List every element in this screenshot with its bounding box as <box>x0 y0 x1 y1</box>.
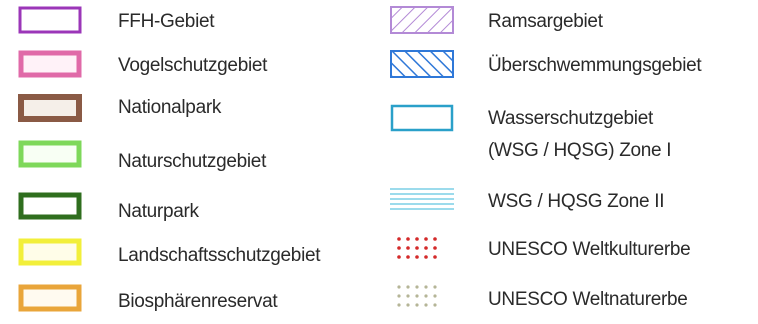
legend-item-unesco-weltnaturerbe: UNESCO Weltnaturerbe <box>390 282 750 322</box>
legend-label: Biosphärenreservat <box>118 291 278 312</box>
legend-item-landschaftsschutzgebiet: Landschaftsschutzgebiet <box>18 238 358 278</box>
legend-label: UNESCO Weltkulturerbe <box>488 239 691 260</box>
nature-park-symbol <box>18 192 82 220</box>
nature-reserve-symbol <box>18 140 82 168</box>
legend-item-ffh-gebiet: FFH-Gebiet <box>18 6 348 46</box>
national-park-symbol <box>18 94 82 122</box>
legend-item-ramsargebiet: Ramsargebiet <box>390 6 750 46</box>
legend-item-naturpark: Naturpark <box>18 192 348 232</box>
natural-heritage-dots-symbol <box>397 285 437 307</box>
legend-label: Nationalpark <box>118 97 222 118</box>
landscape-protection-area-symbol <box>18 238 82 266</box>
legend-label: Naturschutzgebiet <box>118 151 267 172</box>
legend-item-ueberschwemmungsgebiet: Überschwemmungsgebiet <box>390 50 750 90</box>
legend-label: Naturpark <box>118 201 199 222</box>
legend-label: FFH-Gebiet <box>118 11 215 32</box>
legend-label: UNESCO Weltnaturerbe <box>488 289 688 310</box>
legend-item-wsg-hqsg-zone-ii: WSG / HQSG Zone II <box>390 186 750 226</box>
flood-hatch-symbol <box>390 50 454 78</box>
water-zone-2-stripes-symbol <box>390 188 454 210</box>
legend-item-biosphaerenreservat: Biosphärenreservat <box>18 284 348 324</box>
legend-label: Landschaftsschutzgebiet <box>118 245 321 266</box>
legend-label-line2: (WSG / HQSG) Zone I <box>488 140 672 161</box>
water-zone-1-symbol <box>390 104 454 132</box>
legend-label: Überschwemmungsgebiet <box>488 55 702 76</box>
bird-protection-area-symbol <box>18 50 82 78</box>
legend-label-line1: Wasserschutzgebiet <box>488 108 653 129</box>
legend-label: WSG / HQSG Zone II <box>488 191 665 212</box>
legend-item-wasserschutzgebiet: Wasserschutzgebiet (WSG / HQSG) Zone I <box>390 104 750 168</box>
legend-label: Vogelschutzgebiet <box>118 55 268 76</box>
legend-label: Ramsargebiet <box>488 11 603 32</box>
protected-areas-legend: FFH-Gebiet Vogelschutzgebiet Nationalpar… <box>0 0 758 315</box>
legend-item-vogelschutzgebiet: Vogelschutzgebiet <box>18 50 348 90</box>
ramsar-hatch-symbol <box>390 6 454 34</box>
legend-item-naturschutzgebiet: Naturschutzgebiet <box>18 140 348 180</box>
cultural-heritage-dots-symbol <box>397 237 437 259</box>
biosphere-reserve-symbol <box>18 284 82 312</box>
ffh-area-symbol <box>18 6 82 34</box>
legend-item-unesco-weltkulturerbe: UNESCO Weltkulturerbe <box>390 234 750 274</box>
legend-item-nationalpark: Nationalpark <box>18 94 348 134</box>
